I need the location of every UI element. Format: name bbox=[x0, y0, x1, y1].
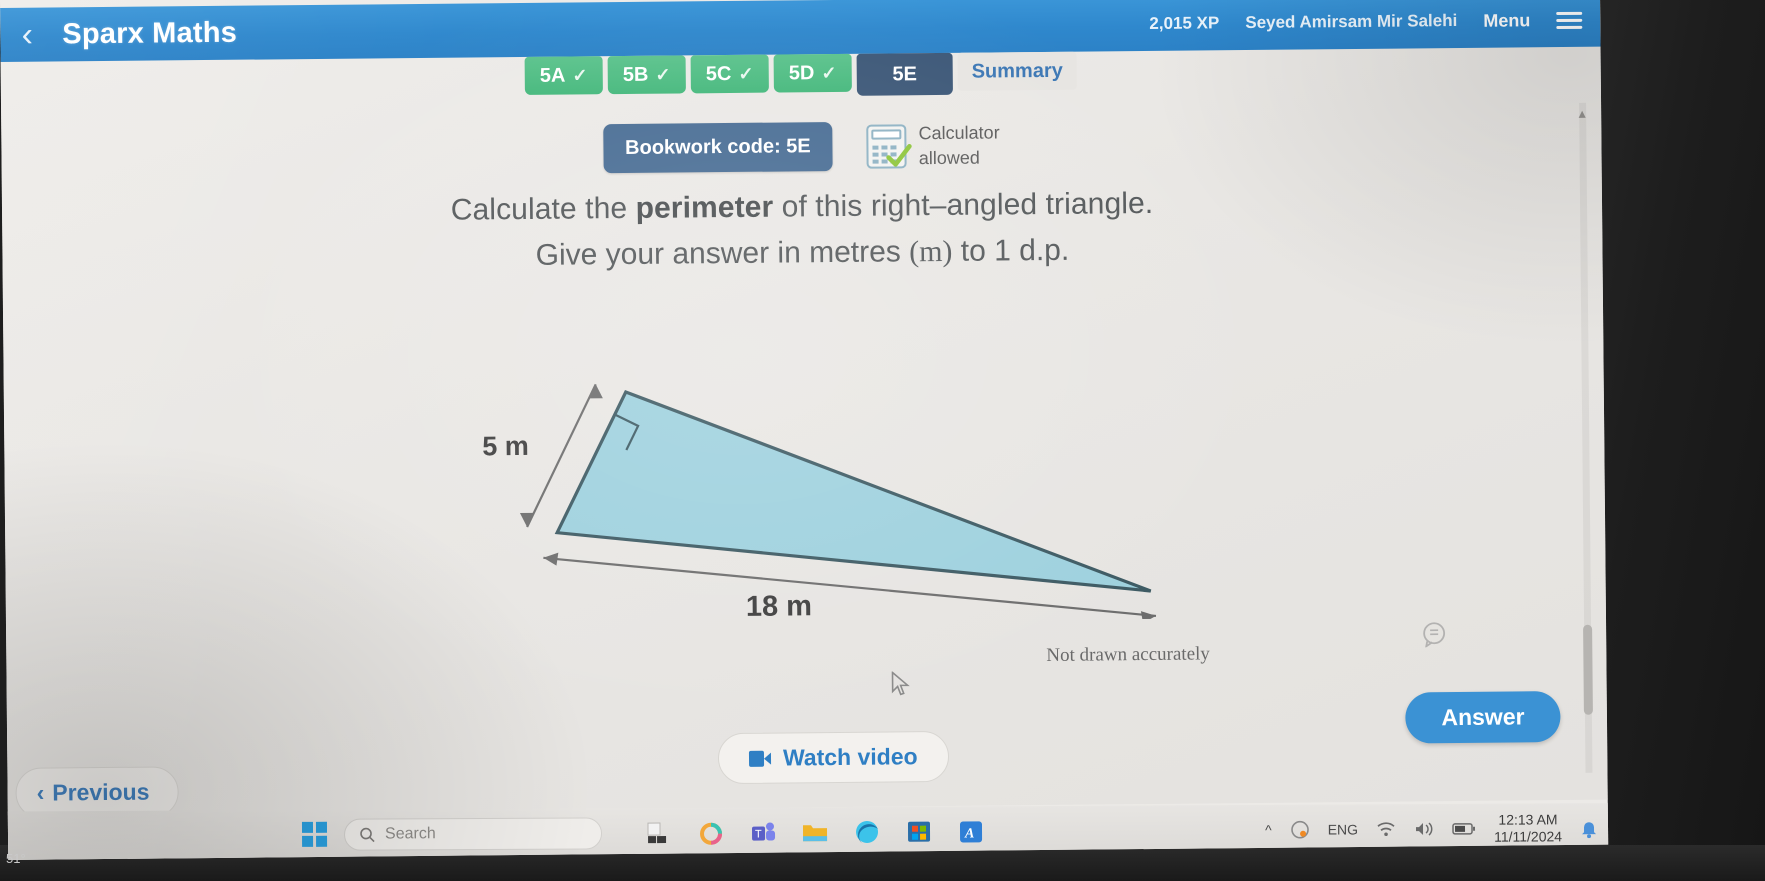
tab-5c[interactable]: 5C ✓ bbox=[690, 54, 769, 94]
photographed-screen: ‹ Sparx Maths 2,015 XP Seyed Amirsam Mir… bbox=[0, 0, 1765, 881]
calculator-icon bbox=[866, 123, 912, 169]
calculator-allowed: Calculator allowed bbox=[866, 121, 1000, 171]
tab-summary[interactable]: Summary bbox=[957, 51, 1077, 91]
previous-label: Previous bbox=[52, 778, 150, 806]
task-view-icon[interactable] bbox=[644, 818, 674, 848]
svg-text:A: A bbox=[964, 826, 974, 841]
search-icon bbox=[360, 827, 375, 843]
triangle-shape bbox=[554, 389, 1152, 593]
question-line2-before: Give your answer in metres bbox=[535, 235, 910, 272]
check-icon: ✓ bbox=[821, 62, 837, 83]
tab-5a-label: 5A bbox=[539, 64, 566, 87]
question-line2-after: to 1 d.p. bbox=[952, 233, 1070, 268]
question-line1-after: of this right–angled triangle. bbox=[773, 186, 1154, 224]
microsoft-teams-icon[interactable]: T bbox=[748, 817, 778, 847]
feedback-chat-icon[interactable] bbox=[1421, 621, 1447, 648]
blue-a-app-icon[interactable]: A bbox=[956, 816, 986, 846]
language-indicator[interactable]: ENG bbox=[1328, 821, 1358, 837]
system-tray: ^ ENG 12:13 AM 11/11/2024 bbox=[1265, 811, 1608, 848]
question-text: Calculate the perimeter of this right–an… bbox=[2, 183, 1603, 278]
base-label-18m: 18 m bbox=[746, 590, 812, 623]
check-icon: ✓ bbox=[572, 64, 588, 86]
desktop-temperature: 51° bbox=[6, 851, 26, 866]
diagram-caption: Not drawn accurately bbox=[1046, 643, 1210, 666]
laptop-screen: ‹ Sparx Maths 2,015 XP Seyed Amirsam Mir… bbox=[0, 0, 1609, 860]
screen-bezel-right bbox=[1580, 0, 1765, 881]
tab-5b-label: 5B bbox=[622, 63, 649, 86]
green-check-icon bbox=[886, 143, 912, 167]
speaker-icon[interactable] bbox=[1414, 820, 1434, 838]
answer-button[interactable]: Answer bbox=[1405, 691, 1561, 744]
copilot-icon[interactable] bbox=[696, 818, 726, 848]
taskbar-clock[interactable]: 12:13 AM 11/11/2024 bbox=[1494, 811, 1562, 846]
calculator-label: Calculator allowed bbox=[918, 121, 1000, 170]
microsoft-store-icon[interactable] bbox=[904, 817, 934, 847]
search-placeholder: Search bbox=[384, 825, 436, 843]
clock-time: 12:13 AM bbox=[1498, 810, 1558, 828]
tab-5c-label: 5C bbox=[705, 62, 732, 85]
taskbar-left: Search T A bbox=[2, 815, 986, 852]
app-title: Sparx Maths bbox=[62, 16, 238, 50]
back-chevron-icon[interactable]: ‹ bbox=[0, 7, 55, 62]
chevron-up-icon[interactable]: ^ bbox=[1265, 822, 1272, 838]
onedrive-sync-icon[interactable] bbox=[1290, 820, 1310, 840]
windows-start-icon[interactable] bbox=[301, 821, 328, 848]
clock-date: 11/11/2024 bbox=[1494, 828, 1563, 845]
tab-5a[interactable]: 5A ✓ bbox=[524, 56, 603, 95]
tab-5b[interactable]: 5B ✓ bbox=[607, 55, 686, 95]
user-name: Seyed Amirsam Mir Salehi bbox=[1245, 11, 1458, 33]
bookwork-code-badge[interactable]: Bookwork code: 5E bbox=[602, 122, 833, 174]
tab-5d-label: 5D bbox=[788, 61, 815, 84]
check-icon: ✓ bbox=[738, 63, 754, 84]
mouse-cursor bbox=[891, 671, 910, 696]
file-explorer-icon[interactable] bbox=[800, 817, 830, 847]
taskbar-search-input[interactable]: Search bbox=[343, 817, 603, 851]
triangle-diagram: 5 m 18 m bbox=[482, 383, 1157, 624]
video-camera-icon bbox=[748, 750, 772, 767]
hamburger-icon[interactable] bbox=[1556, 11, 1583, 29]
menu-button[interactable]: Menu bbox=[1483, 10, 1530, 31]
check-icon: ✓ bbox=[655, 64, 671, 85]
side-label-5m: 5 m bbox=[482, 431, 529, 461]
wifi-icon[interactable] bbox=[1376, 820, 1396, 838]
calculator-label-line1: Calculator bbox=[918, 122, 1000, 144]
app-header-right: 2,015 XP Seyed Amirsam Mir Salehi Menu bbox=[1149, 9, 1600, 34]
chevron-left-icon: ‹ bbox=[36, 779, 45, 806]
battery-charging-icon[interactable] bbox=[1452, 821, 1476, 837]
tab-5e-label: 5E bbox=[892, 62, 918, 85]
tab-5d[interactable]: 5D ✓ bbox=[773, 53, 852, 93]
scrollbar-thumb[interactable] bbox=[1583, 624, 1593, 715]
watch-video-label: Watch video bbox=[782, 743, 918, 771]
xp-counter: 2,015 XP bbox=[1149, 13, 1220, 33]
tab-5e[interactable]: 5E bbox=[856, 52, 953, 96]
taskbar-apps: T A bbox=[644, 816, 986, 848]
bell-icon[interactable] bbox=[1580, 818, 1598, 839]
watch-video-button[interactable]: Watch video bbox=[717, 730, 949, 785]
question-line1-before: Calculate the bbox=[450, 191, 636, 227]
question-keyword: perimeter bbox=[635, 190, 774, 225]
calculator-label-line2: allowed bbox=[918, 147, 980, 168]
question-unit: (m) bbox=[908, 234, 953, 269]
microsoft-edge-icon[interactable] bbox=[852, 817, 882, 847]
svg-text:T: T bbox=[755, 829, 762, 841]
